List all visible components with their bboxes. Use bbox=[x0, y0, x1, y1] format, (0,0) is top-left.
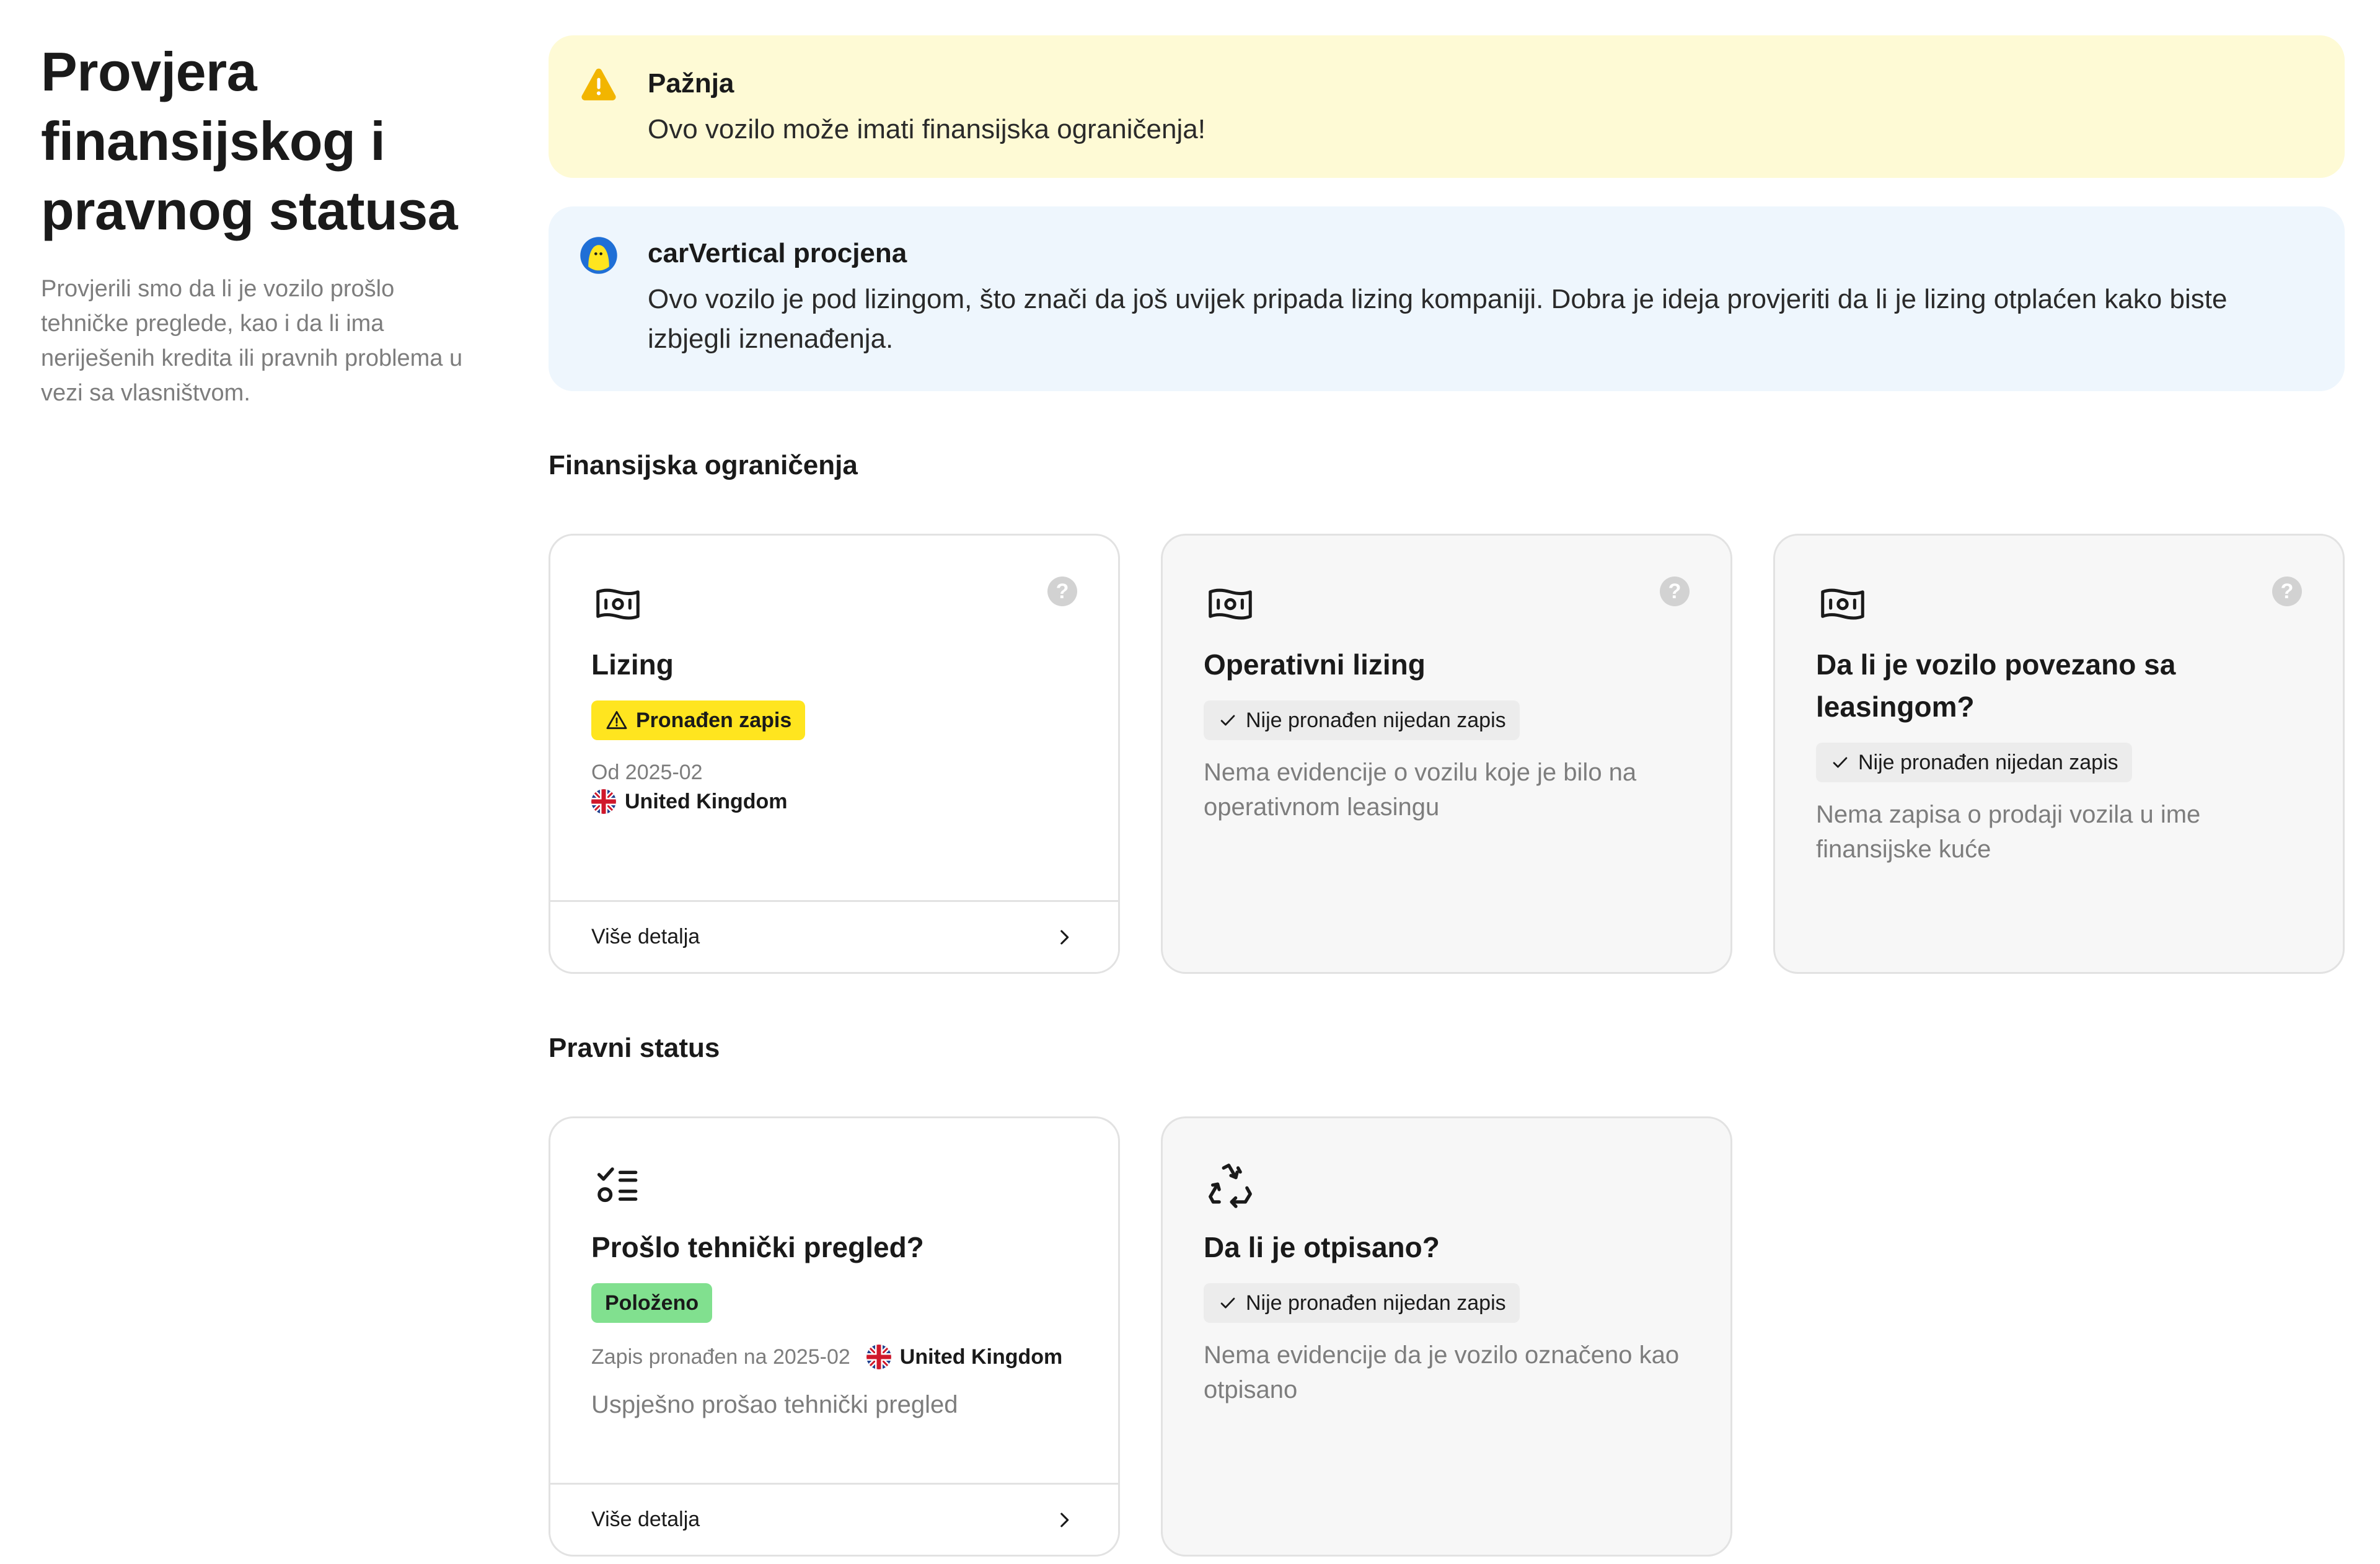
country-name: United Kingdom bbox=[625, 790, 788, 813]
badge-label: Nije pronađen nijedan zapis bbox=[1858, 750, 2118, 774]
assessment-text: Ovo vozilo je pod lizingom, što znači da… bbox=[648, 284, 2228, 354]
section-intro: Provjera finansijskog i pravnog statusa … bbox=[41, 37, 487, 410]
more-details-link[interactable]: Više detalja bbox=[550, 900, 1118, 972]
help-icon[interactable]: ? bbox=[2272, 577, 2302, 606]
financial-section-title: Finansijska ograničenja bbox=[549, 450, 858, 480]
operating-lease-card: ? Operativni lizing Nije pronađen nijeda… bbox=[1161, 534, 1732, 974]
no-record-badge: Nije pronađen nijedan zapis bbox=[1204, 1283, 1520, 1323]
money-note-icon bbox=[1821, 588, 1864, 620]
money-note-icon bbox=[596, 588, 640, 620]
badge-label: Nije pronađen nijedan zapis bbox=[1246, 1291, 1506, 1315]
recycle-icon bbox=[1209, 1164, 1252, 1208]
no-record-badge: Nije pronađen nijedan zapis bbox=[1204, 700, 1520, 740]
checklist-icon bbox=[597, 1167, 638, 1203]
warning-triangle-icon bbox=[581, 68, 616, 100]
card-title: Da li je otpisano? bbox=[1204, 1231, 1440, 1263]
chevron-right-icon bbox=[1060, 930, 1069, 944]
check-icon bbox=[1833, 757, 1848, 768]
check-icon bbox=[1220, 715, 1235, 726]
country: United Kingdom bbox=[591, 786, 788, 817]
card-title: Da li je vozilo povezano sa leasingom? bbox=[1816, 648, 2176, 723]
main-content: Pažnja Ovo vozilo može imati finansijska… bbox=[549, 35, 2345, 1557]
financial-cards: ? Lizing Pronađen zapis Od 2025-02 Unite… bbox=[549, 534, 2345, 974]
badge-label: Nije pronađen nijedan zapis bbox=[1246, 708, 1506, 732]
record-date: Zapis pronađen na 2025-02 bbox=[591, 1345, 850, 1369]
write-off-card: Da li je otpisano? Nije pronađen nijedan… bbox=[1161, 1116, 1732, 1557]
assessment-title: carVertical procjena bbox=[648, 238, 907, 268]
leasing-card: ? Lizing Pronađen zapis Od 2025-02 Unite… bbox=[549, 534, 1120, 974]
record-found-badge: Pronađen zapis bbox=[591, 700, 806, 740]
page-description: Provjerili smo da li je vozilo prošlo te… bbox=[41, 276, 463, 406]
badge-label: Pronađen zapis bbox=[636, 708, 792, 732]
warning-text: Ovo vozilo može imati finansijska ograni… bbox=[648, 114, 1205, 144]
chevron-right-icon bbox=[1060, 1513, 1069, 1527]
check-icon bbox=[1220, 1297, 1235, 1309]
card-description: Uspješno prošao tehnički pregled bbox=[591, 1391, 958, 1418]
record-meta: Zapis pronađen na 2025-02 United Kingdom bbox=[591, 1341, 1077, 1372]
country: United Kingdom bbox=[866, 1341, 1063, 1372]
no-record-badge: Nije pronađen nijedan zapis bbox=[1816, 743, 2132, 782]
card-description: Nema evidencije o vozilu koje je bilo na… bbox=[1204, 759, 1637, 821]
carvertical-avatar-icon bbox=[580, 237, 617, 274]
help-icon[interactable]: ? bbox=[1047, 577, 1077, 606]
card-title: Operativni lizing bbox=[1204, 648, 1426, 681]
money-note-icon bbox=[1209, 588, 1252, 620]
warning-banner: Pažnja Ovo vozilo može imati finansijska… bbox=[549, 35, 2345, 178]
country-name: United Kingdom bbox=[899, 1345, 1063, 1369]
badge-label: Položeno bbox=[605, 1291, 699, 1315]
uk-flag-icon bbox=[866, 1345, 891, 1369]
legal-cards: Prošlo tehnički pregled? Položeno Zapis … bbox=[549, 1116, 2345, 1557]
card-description: Nema evidencije da je vozilo označeno ka… bbox=[1204, 1341, 1680, 1403]
card-title: Prošlo tehnički pregled? bbox=[591, 1231, 924, 1263]
passed-badge: Položeno bbox=[591, 1283, 713, 1323]
card-description: Nema zapisa o prodaji vozila u ime finan… bbox=[1816, 801, 2201, 863]
inspection-card: Prošlo tehnički pregled? Položeno Zapis … bbox=[549, 1116, 1120, 1557]
card-title: Lizing bbox=[591, 648, 674, 681]
help-icon[interactable]: ? bbox=[1660, 577, 1690, 606]
legal-section-title: Pravni status bbox=[549, 1033, 720, 1063]
more-details-label: Više detalja bbox=[591, 925, 700, 948]
more-details-label: Više detalja bbox=[591, 1508, 700, 1531]
more-details-link[interactable]: Više detalja bbox=[550, 1483, 1118, 1555]
warning-outline-icon bbox=[606, 711, 627, 730]
record-date: Od 2025-02 bbox=[591, 761, 703, 784]
page-title: Provjera finansijskog i pravnog statusa bbox=[41, 41, 458, 241]
assessment-banner: carVertical procjena Ovo vozilo je pod l… bbox=[549, 206, 2345, 391]
uk-flag-icon bbox=[591, 789, 616, 814]
finance-house-card: ? Da li je vozilo povezano sa leasingom?… bbox=[1773, 534, 2345, 974]
warning-title: Pažnja bbox=[648, 68, 734, 99]
